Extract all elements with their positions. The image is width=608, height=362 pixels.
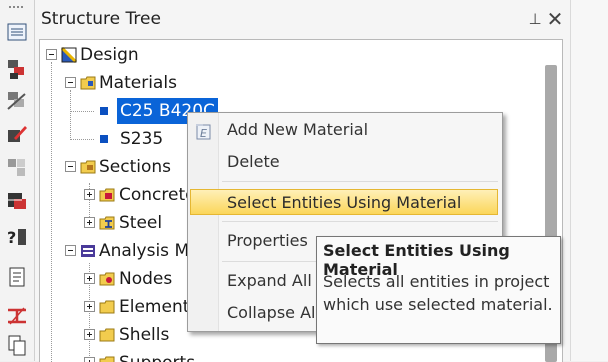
panel-header: Structure Tree ⊥ ✕ [35,0,571,38]
menu-item-label: Add New Material [227,120,369,139]
model-icon[interactable] [5,57,29,81]
help-icon[interactable]: ? [5,225,29,249]
menu-item-label: Collapse All [227,303,320,322]
tooltip-body: Selects all entities in project which us… [323,272,553,314]
material-icon [100,135,108,143]
menu-item-label: Delete [227,152,280,171]
left-toolbar: ? [0,0,35,361]
expand-toggle[interactable] [84,217,95,228]
menu-item-add-new-material[interactable]: E Add New Material [188,115,502,145]
tree-line [70,90,71,140]
folder-icon [99,215,115,231]
expand-toggle[interactable] [84,329,95,340]
tree-label: Steel [119,213,163,233]
grid-icon[interactable] [5,156,29,180]
design-icon [61,47,77,63]
tree-label: Supports [119,350,195,362]
folder-icon [80,75,96,91]
pin-icon[interactable]: ⊥ [527,10,543,28]
disabled-model-icon[interactable] [5,89,29,113]
expand-toggle[interactable] [84,273,95,284]
menu-separator [222,221,498,222]
menu-item-delete[interactable]: Delete [188,147,502,177]
expand-toggle[interactable] [84,357,95,362]
collapse-toggle[interactable] [46,49,57,60]
tooltip: Select Entities Using Material Selects a… [316,236,561,344]
menu-item-label: Select Entities Using Material [227,193,462,212]
menu-item-select-entities[interactable]: Select Entities Using Material [190,189,498,215]
section-icon[interactable] [5,304,29,328]
list-icon[interactable] [5,20,29,44]
collapse-toggle[interactable] [65,245,76,256]
collapse-toggle[interactable] [65,77,76,88]
folder-icon [99,327,115,343]
tree-label: Sections [99,157,172,177]
menu-item-label: Properties [227,231,308,250]
svg-text:?: ? [7,228,16,247]
collapse-toggle[interactable] [65,161,76,172]
tree-label: Design [80,45,139,65]
copy-icon[interactable] [5,333,29,357]
material-icon [100,107,108,115]
analysis-icon[interactable] [5,189,29,213]
tree-label: Nodes [119,269,173,289]
folder-icon [80,159,96,175]
menu-item-label: Expand All [227,271,312,290]
folder-icon [99,271,115,287]
panel-title: Structure Tree [41,9,161,29]
folder-icon [99,299,115,315]
expand-toggle[interactable] [84,301,95,312]
tree-line [51,62,52,362]
right-edge-panel [570,0,608,361]
close-icon[interactable]: ✕ [546,9,564,29]
svg-text:E: E [200,127,207,140]
tree-line [70,111,94,112]
report-icon[interactable] [5,265,29,289]
tree-label: S235 [120,129,164,149]
folder-icon [99,187,115,203]
tree-label: Materials [99,73,177,93]
analysis-model-icon [80,243,96,259]
tree-label: Concrete [119,185,196,205]
toolbar-grip[interactable] [9,6,23,10]
add-material-icon: E [194,121,212,140]
tree-line [70,139,94,140]
tree-label: Shells [119,325,170,345]
expand-toggle[interactable] [84,189,95,200]
edit-model-icon[interactable] [5,122,29,146]
menu-separator [222,181,498,182]
